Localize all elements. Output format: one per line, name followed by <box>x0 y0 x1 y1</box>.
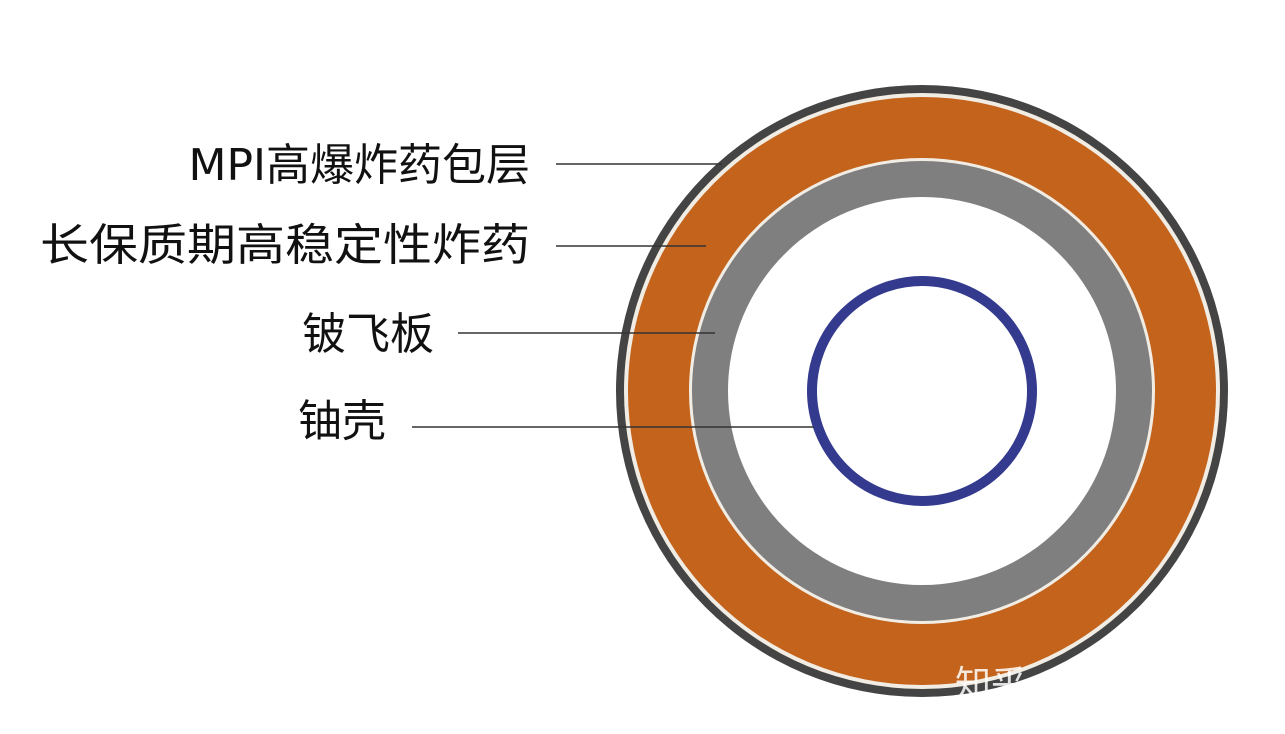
concentric-layers <box>616 85 1228 697</box>
label-uranium-shell: 铀壳 <box>298 396 386 447</box>
label-stable-explosive: 长保质期高稳定性炸药 <box>40 220 530 271</box>
label-mpi-layer: MPI高爆炸药包层 <box>189 140 530 191</box>
watermark-author: @Oida oum <box>1041 664 1252 705</box>
watermark-site: 知乎 <box>955 664 1027 705</box>
label-beryllium-flyer: 铍飞板 <box>302 309 434 360</box>
cavity-area <box>728 197 1116 585</box>
labels: MPI高爆炸药包层 长保质期高稳定性炸药 铍飞板 铀壳 <box>40 140 530 447</box>
cross-section-diagram: MPI高爆炸药包层 长保质期高稳定性炸药 铍飞板 铀壳 知乎 @Oida oum <box>40 85 1252 705</box>
watermark: 知乎 @Oida oum <box>955 664 1252 705</box>
